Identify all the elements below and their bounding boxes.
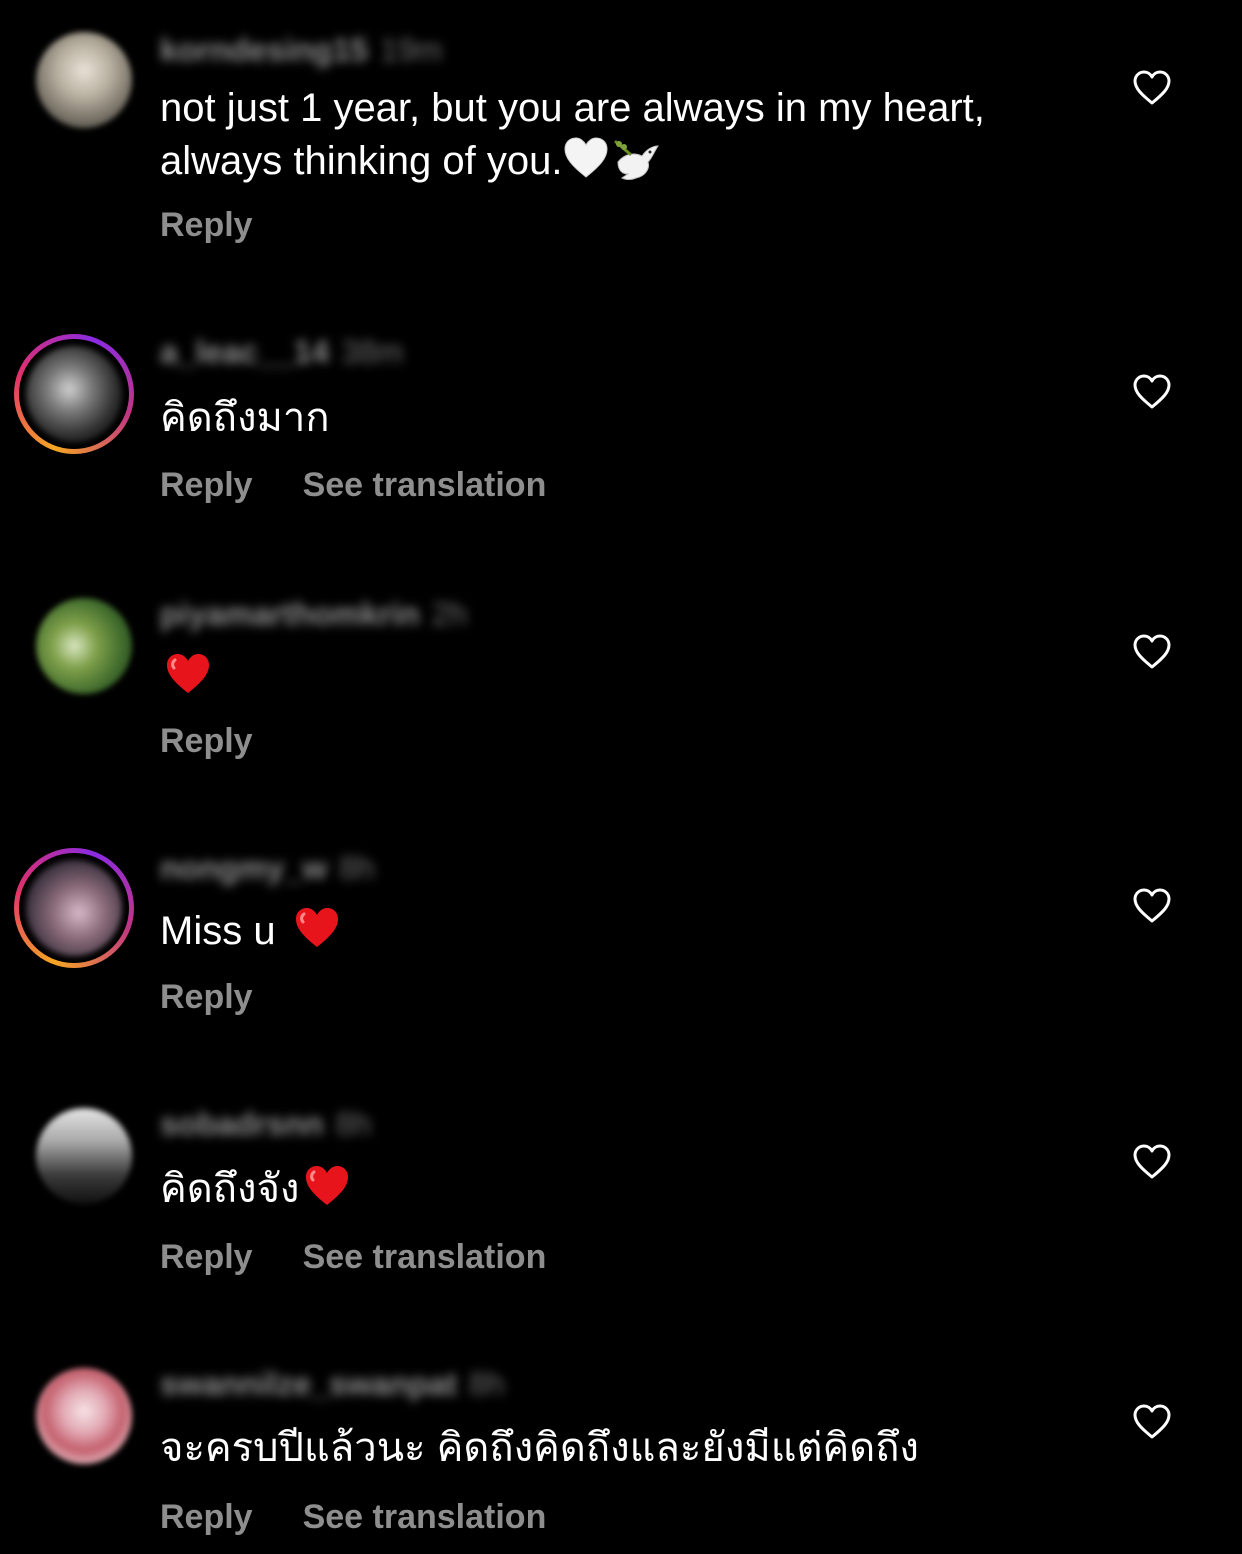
- heart-outline-icon[interactable]: [1132, 1402, 1172, 1442]
- comment-text-body: คิดถึงจัง: [160, 1167, 300, 1211]
- username[interactable]: swannilze_swanpat: [160, 1366, 457, 1402]
- reply-button[interactable]: Reply: [160, 466, 253, 505]
- avatar-image: [26, 346, 122, 442]
- comment-text-body: Miss u: [160, 909, 287, 953]
- comment-text-line: always thinking of you.: [160, 132, 1080, 185]
- heart-outline-icon[interactable]: [1132, 1142, 1172, 1182]
- avatar[interactable]: [34, 1106, 134, 1206]
- timestamp: 19m: [380, 32, 443, 68]
- username[interactable]: nongmy_w: [160, 850, 327, 886]
- avatar[interactable]: [34, 30, 134, 130]
- comment-actions: Reply See translation: [160, 466, 546, 505]
- timestamp: 2h: [431, 596, 468, 632]
- comment-text: คิดถึงจัง: [160, 1162, 1080, 1213]
- username[interactable]: piyamarthomkrin: [160, 596, 420, 632]
- see-translation-button[interactable]: See translation: [303, 466, 547, 505]
- comment-text-line: not just 1 year, but you are always in m…: [160, 86, 985, 130]
- username[interactable]: korndesing15: [160, 32, 368, 68]
- avatar[interactable]: [34, 596, 134, 696]
- reply-button[interactable]: Reply: [160, 1498, 253, 1537]
- avatar-image: [36, 1368, 132, 1464]
- comment-actions: Reply: [160, 206, 253, 245]
- comment-actions: Reply See translation: [160, 1238, 546, 1277]
- avatar-story-ring[interactable]: [14, 848, 134, 968]
- username-line[interactable]: a_leac__14 38m: [160, 334, 403, 371]
- avatar-image: [26, 860, 122, 956]
- heart-outline-icon[interactable]: [1132, 372, 1172, 412]
- heart-outline-icon[interactable]: [1132, 632, 1172, 672]
- comment-text-line2: always thinking of you.: [160, 139, 563, 183]
- username-line[interactable]: nongmy_w 8h: [160, 850, 375, 887]
- timestamp: 8h: [468, 1366, 505, 1402]
- comment-text: not just 1 year, but you are always in m…: [160, 84, 1080, 185]
- username-line[interactable]: korndesing15 19m: [160, 32, 442, 69]
- reply-button[interactable]: Reply: [160, 722, 253, 761]
- username[interactable]: a_leac__14: [160, 334, 329, 370]
- username[interactable]: sobadrsnn: [160, 1106, 324, 1142]
- username-line[interactable]: swannilze_swanpat 8h: [160, 1366, 505, 1403]
- see-translation-button[interactable]: See translation: [303, 1498, 547, 1537]
- timestamp: 38m: [341, 334, 404, 370]
- timestamp: 8h: [339, 850, 375, 886]
- comment-actions: Reply: [160, 978, 253, 1017]
- timestamp: 8h: [335, 1106, 372, 1142]
- heart-outline-icon[interactable]: [1132, 68, 1172, 108]
- reply-button[interactable]: Reply: [160, 978, 253, 1017]
- red-heart-emoji: [295, 908, 338, 947]
- dove-emoji: [614, 140, 660, 180]
- comment-text: คิดถึงมาก: [160, 396, 330, 440]
- red-heart-emoji: [306, 1166, 349, 1205]
- comment-actions: Reply: [160, 722, 253, 761]
- comment-text: [160, 650, 1080, 701]
- username-line[interactable]: sobadrsnn 8h: [160, 1106, 371, 1143]
- comment-text: จะครบปีแล้วนะ คิดถึงคิดถึงและยังมีแต่คิด…: [160, 1426, 919, 1470]
- avatar-image: [36, 598, 132, 694]
- heart-outline-icon[interactable]: [1132, 886, 1172, 926]
- avatar-story-ring[interactable]: [14, 334, 134, 454]
- username-line[interactable]: piyamarthomkrin 2h: [160, 596, 467, 633]
- avatar-image: [36, 32, 132, 128]
- reply-button[interactable]: Reply: [160, 1238, 253, 1277]
- avatar-image: [36, 1108, 132, 1204]
- reply-button[interactable]: Reply: [160, 206, 253, 245]
- comment-text: Miss u: [160, 904, 1080, 955]
- avatar[interactable]: [34, 1366, 134, 1466]
- white-heart-emoji: [564, 137, 608, 178]
- red-heart-emoji: [167, 654, 209, 693]
- see-translation-button[interactable]: See translation: [303, 1238, 547, 1277]
- comment-actions: Reply See translation: [160, 1498, 546, 1537]
